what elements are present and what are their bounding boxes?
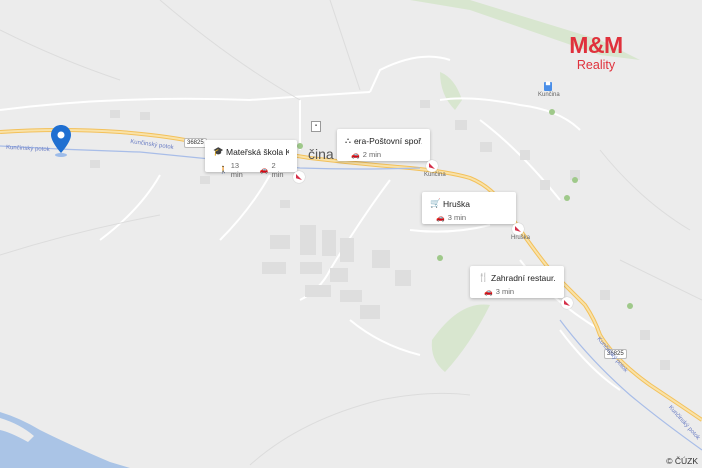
poi-card-kindergarten[interactable]: 🎓 Mateřská škola K... 🚶 13 min 🚗 2 min [205, 140, 297, 179]
poi-pin-arrow-icon[interactable] [426, 160, 438, 172]
map-view[interactable]: M&M Reality čina Kunčina Kunčina Hruška … [0, 0, 702, 468]
brand-sub: Reality [576, 58, 616, 72]
poi-title-row: ⛬ era-Poštovní spoř... [345, 135, 422, 146]
cutlery-icon: 🍴 [478, 272, 489, 282]
station-label-top: Kunčina [538, 92, 560, 98]
car-time: 3 min [495, 287, 515, 296]
car-time: 2 min [362, 150, 382, 159]
shopping-cart-icon: 🛒 [430, 198, 441, 208]
poi-card-bank[interactable]: ⛬ era-Poštovní spoř... 🚗 2 min [337, 129, 430, 161]
poi-title: Hruška [443, 198, 470, 209]
map-copyright: © ČÚZK [666, 456, 698, 466]
poi-card-restaurant[interactable]: 🍴 Zahradní restaur... 🚗 3 min [470, 266, 564, 298]
road-number-shield: 36825 [184, 138, 207, 148]
poi-pin-arrow-icon[interactable] [512, 223, 524, 235]
poi-title-row: 🛒 Hruška [430, 198, 508, 209]
poi-meta: 🚶 13 min 🚗 2 min [213, 161, 289, 179]
poi-title-row: 🎓 Mateřská škola K... [213, 146, 289, 157]
poi-meta: 🚗 2 min [345, 150, 422, 159]
poi-title: Mateřská škola K... [226, 146, 289, 157]
town-hall-icon[interactable]: ▪ [311, 121, 321, 132]
poi-title: Zahradní restaur... [491, 272, 556, 283]
car-icon: 🚗 [259, 167, 269, 174]
brand-name: M&M [569, 32, 623, 58]
poi-pin-arrow-icon[interactable] [293, 171, 305, 183]
car-icon: 🚗 [436, 214, 445, 222]
green-area-mid [440, 72, 462, 110]
poi-title: era-Poštovní spoř... [353, 135, 422, 146]
car-icon: 🚗 [351, 151, 360, 159]
bank-network-icon: ⛬ [345, 135, 351, 145]
car-time: 2 min [271, 161, 284, 179]
station-label-mid: Kunčina [424, 172, 446, 178]
river [0, 412, 130, 468]
poi-pin-arrow-icon[interactable] [561, 297, 573, 309]
bus-stop-icon[interactable]: ▀ [544, 82, 552, 91]
location-pin-icon[interactable] [50, 124, 72, 158]
main-road [0, 128, 702, 422]
green-area-south [431, 304, 490, 372]
car-time: 3 min [447, 213, 467, 222]
walk-time: 13 min [230, 161, 243, 179]
walk-icon: 🚶 [219, 167, 228, 174]
poi-title-row: 🍴 Zahradní restaur... [478, 272, 556, 283]
poi-card-shop[interactable]: 🛒 Hruška 🚗 3 min [422, 192, 516, 224]
poi-meta: 🚗 3 min [430, 213, 508, 222]
brand-logo: M&M Reality [556, 34, 636, 72]
graduation-cap-icon: 🎓 [213, 146, 224, 156]
car-icon: 🚗 [484, 288, 493, 296]
minor-roads [0, 55, 621, 391]
town-label: čina [308, 146, 334, 162]
hruska-small-label: Hruška [511, 235, 531, 241]
poi-meta: 🚗 3 min [478, 287, 556, 296]
